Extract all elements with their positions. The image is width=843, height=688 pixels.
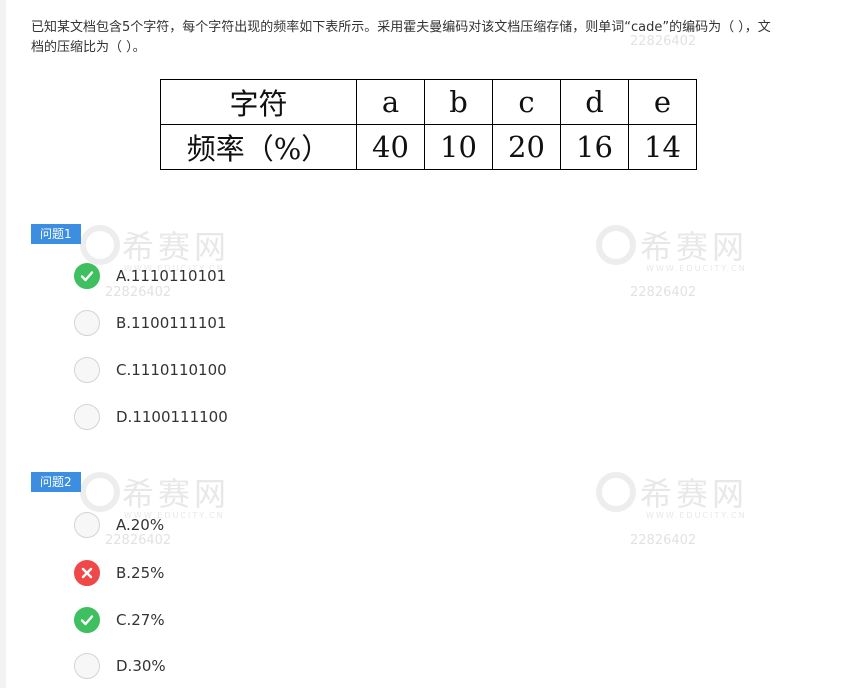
table-cell: 10 [424,124,493,170]
question-stem: 已知某文档包含5个字符，每个字符出现的频率如下表所示。采用霍夫曼编码对该文档压缩… [31,18,831,58]
table-header-cell: 字符 [160,79,357,125]
radio-icon [74,310,100,336]
check-icon [74,607,100,633]
question-1-option-a[interactable]: A.1110110101 [74,262,226,290]
table-cell: e [628,79,697,125]
table-cell: a [356,79,425,125]
radio-icon [74,404,100,430]
watermark-id: 22826402 [630,285,697,300]
question-1-option-d[interactable]: D.1100111100 [74,403,228,431]
watermark-id: 22826402 [630,533,697,548]
table-row: 频率（%） 40 10 20 16 14 [160,124,697,170]
question-1-option-b[interactable]: B.1100111101 [74,309,227,337]
radio-icon [74,653,100,679]
option-label: D.30% [116,657,166,675]
watermark-logo-icon [80,225,120,265]
table-cell: b [424,79,493,125]
frequency-table: 字符 a b c d e 频率（%） 40 10 20 16 14 [160,79,697,170]
option-label: B.25% [116,564,165,582]
table-header-cell: 频率（%） [160,124,357,170]
question-2-option-c[interactable]: C.27% [74,606,165,634]
table-cell: 16 [560,124,629,170]
table-cell: d [560,79,629,125]
question-1-option-c[interactable]: C.1110110100 [74,356,227,384]
question-2-option-d[interactable]: D.30% [74,652,166,680]
page-left-border [0,0,6,688]
watermark-brand: 希赛网 [640,228,749,266]
option-label: C.27% [116,611,165,629]
question-2-option-a[interactable]: A.20% [74,511,164,539]
check-icon [74,263,100,289]
radio-icon [74,512,100,538]
question-2-option-b[interactable]: B.25% [74,559,164,587]
option-label: A.1110110101 [116,267,227,285]
table-cell: 40 [356,124,425,170]
question-stem-line: 已知某文档包含5个字符，每个字符出现的频率如下表所示。采用霍夫曼编码对该文档压缩… [31,20,771,35]
table-cell: c [492,79,561,125]
question-stem-line: 档的压缩比为（ ）。 [31,40,146,55]
option-label: C.1110110100 [116,361,227,379]
option-label: B.1100111101 [116,314,227,332]
option-label: A.20% [116,516,165,534]
radio-icon [74,357,100,383]
watermark-logo-icon [80,472,120,512]
watermark-brand: 希赛网 [640,475,749,513]
table-cell: 20 [492,124,561,170]
watermark-logo-icon [596,225,636,265]
watermark-site: WWW.EDUCITY.CN [646,264,747,273]
cross-icon [74,560,100,586]
option-label: D.1100111100 [116,408,228,426]
question-1-tag: 问题1 [31,224,81,244]
table-row: 字符 a b c d e [160,79,697,125]
question-2-tag: 问题2 [31,472,81,492]
watermark-brand: 希赛网 [122,475,231,513]
watermark-site: WWW.EDUCITY.CN [646,511,747,520]
watermark-logo-icon [596,472,636,512]
table-cell: 14 [628,124,697,170]
